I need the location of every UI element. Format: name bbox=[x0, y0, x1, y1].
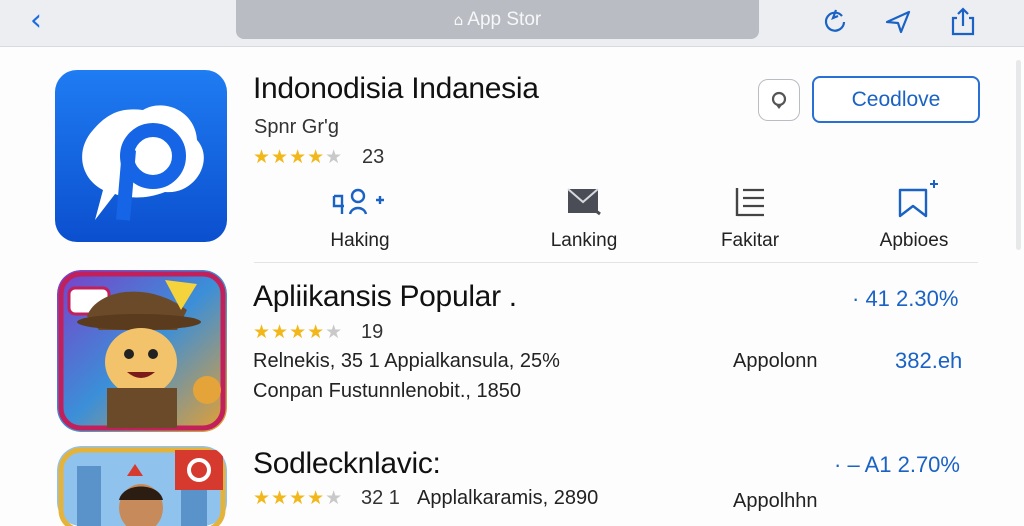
action-fakitar[interactable]: Fakitar bbox=[680, 186, 820, 256]
list-app-title[interactable]: Apliikansis Popular . bbox=[253, 280, 517, 314]
person-add-icon bbox=[332, 188, 384, 215]
refresh-icon[interactable] bbox=[820, 6, 850, 36]
action-label: Haking bbox=[330, 230, 390, 251]
list-percent: · 41 2.30% bbox=[852, 286, 959, 311]
list-app-icon-2[interactable] bbox=[57, 446, 227, 526]
featured-more-button[interactable] bbox=[758, 79, 800, 121]
scrollbar[interactable] bbox=[1016, 60, 1021, 250]
list-rating-count: 19 bbox=[361, 321, 384, 343]
list-details-line-2: Conpan Fustunnlenobit., 1850 bbox=[253, 380, 521, 402]
featured-app-title[interactable]: Indonodisia Indanesia bbox=[253, 72, 539, 106]
list-percent-2: · – A1 2.70% bbox=[834, 452, 960, 477]
action-apbioes[interactable]: Apbioes bbox=[844, 180, 984, 256]
featured-app-icon[interactable] bbox=[55, 70, 227, 242]
get-button[interactable]: Ceodlove bbox=[812, 76, 980, 123]
top-bar: ‹ ⌂ App Stor bbox=[0, 0, 1024, 47]
list-app-title-2[interactable]: Sodlecknlavic: bbox=[253, 447, 441, 481]
action-label: Apbioes bbox=[879, 230, 949, 251]
lock-icon: ⌂ bbox=[453, 10, 464, 29]
list-details-line-3: Applalkaramis, 2890 bbox=[417, 487, 599, 509]
featured-rating-count: 23 bbox=[362, 146, 385, 168]
list-icon bbox=[735, 188, 764, 217]
envelope-icon bbox=[567, 188, 601, 216]
action-label: Fakitar bbox=[720, 230, 780, 251]
list-category-2: Appolhhn bbox=[733, 490, 818, 512]
list-rating-stars-2: ★★★★★ bbox=[253, 487, 344, 509]
bookmark-add-icon bbox=[898, 180, 938, 218]
pin-icon bbox=[771, 91, 787, 109]
list-category: Appolonn bbox=[733, 350, 818, 372]
featured-rating-stars: ★★★★★ bbox=[253, 146, 344, 168]
action-haking[interactable]: Haking bbox=[290, 186, 430, 256]
divider bbox=[254, 262, 978, 263]
action-label: Lanking bbox=[550, 230, 618, 251]
location-pin-icon[interactable] bbox=[883, 6, 913, 36]
action-lanking[interactable]: Lanking bbox=[514, 186, 654, 256]
share-icon[interactable] bbox=[948, 6, 978, 36]
list-details-line: Relnekis, 35 1 Appialkansula, 25% bbox=[253, 350, 560, 372]
list-size: 382.eh bbox=[895, 348, 963, 373]
chevron-left-icon[interactable]: ‹ bbox=[30, 6, 42, 36]
address-text: App Stor bbox=[467, 8, 542, 30]
list-rating-stars: ★★★★★ bbox=[253, 321, 344, 343]
list-rating-count-2: 32 1 bbox=[361, 487, 400, 509]
featured-app-developer: Spnr Gr'g bbox=[254, 116, 339, 138]
list-app-icon[interactable] bbox=[57, 270, 227, 432]
address-bar[interactable]: ⌂ App Stor bbox=[236, 0, 759, 39]
